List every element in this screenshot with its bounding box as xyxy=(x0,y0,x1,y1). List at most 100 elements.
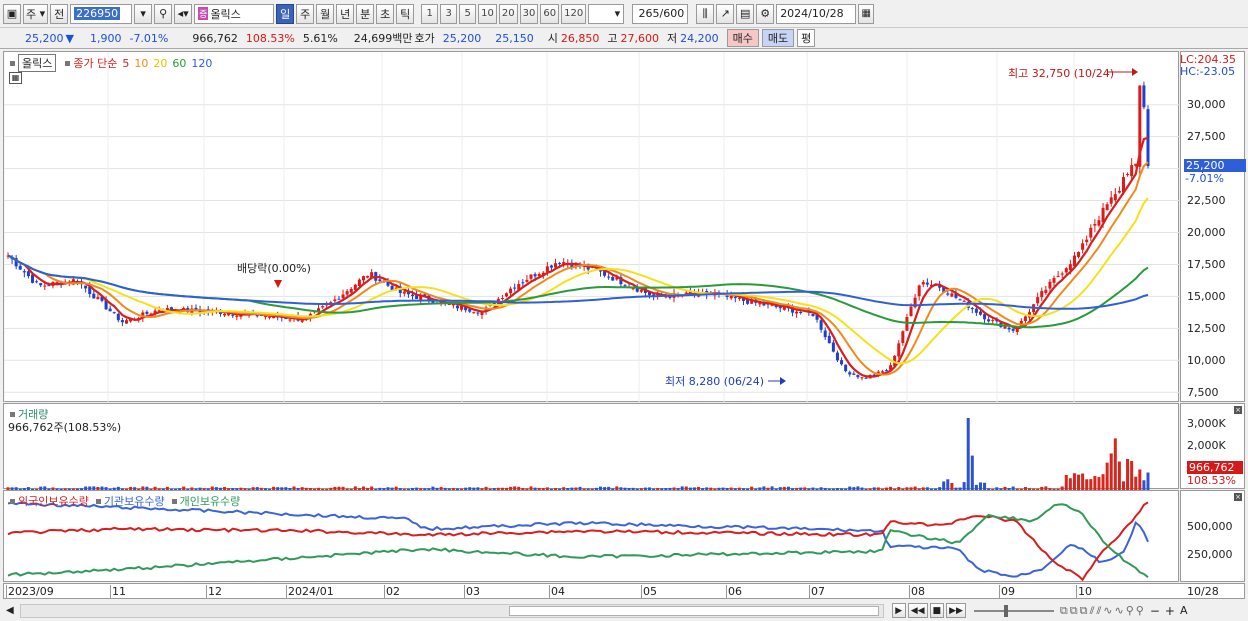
low-price: 24,200 xyxy=(680,31,719,45)
high-price: 27,600 xyxy=(620,31,660,45)
calendar-icon[interactable]: ▦ xyxy=(858,3,875,24)
candle-body xyxy=(268,316,272,318)
candle-body xyxy=(840,360,844,365)
sell-button[interactable]: 매도 xyxy=(761,29,795,47)
candle-body xyxy=(35,281,39,283)
last-bar-icon[interactable]: ▶▶ xyxy=(946,603,966,618)
candle-body xyxy=(639,290,643,292)
holding-panel[interactable]: 외국인보유수량 기관보유수량 개인보유수량 xyxy=(3,490,1179,582)
high-annotation: 최고 32,750 (10/24) xyxy=(1008,67,1115,80)
volume-bar xyxy=(1068,478,1072,490)
current-change-tag: -7.01% xyxy=(1185,172,1224,185)
font-size-icon[interactable]: A xyxy=(1180,604,1188,617)
scroll-left-icon[interactable]: ◀ xyxy=(6,605,14,616)
zoom-in-icon[interactable]: + xyxy=(1165,604,1175,618)
date-label: 08 xyxy=(909,585,925,598)
speaker-icon[interactable]: ◂▾ xyxy=(174,3,193,24)
interval-3[interactable]: 3 xyxy=(440,3,458,24)
dividend-arrow-icon xyxy=(274,280,282,288)
interval-60[interactable]: 60 xyxy=(540,3,560,24)
volume-bar xyxy=(1138,469,1142,490)
stock-name-field[interactable]: 증 올릭스 xyxy=(194,3,275,24)
down-arrow-icon: ▼ xyxy=(65,31,74,45)
interval-30[interactable]: 30 xyxy=(519,3,539,24)
candle-body xyxy=(1003,326,1007,329)
legend-marker-icon xyxy=(171,498,177,504)
code-dropdown-icon[interactable]: ▾ xyxy=(134,3,153,24)
volume-bar xyxy=(1105,462,1109,490)
candle-body xyxy=(611,277,615,281)
bar-count-input[interactable]: 265/600 xyxy=(632,3,689,24)
interval-5[interactable]: 5 xyxy=(459,3,477,24)
candle-body xyxy=(1117,190,1121,193)
interval-10[interactable]: 10 xyxy=(478,3,497,24)
buy-button[interactable]: 매수 xyxy=(726,29,759,47)
candle-body xyxy=(235,315,239,317)
tab-tick[interactable]: 틱 xyxy=(396,3,415,24)
zoom-slider-handle[interactable] xyxy=(1003,604,1008,617)
drawing-tool-icon[interactable]: ↗ xyxy=(716,3,735,24)
scroll-track[interactable] xyxy=(19,603,884,618)
candle-body xyxy=(1064,268,1068,273)
eval-button[interactable]: 평 xyxy=(797,29,816,47)
tab-year[interactable]: 년 xyxy=(336,3,355,24)
candle-body xyxy=(799,311,803,313)
tool-icons[interactable]: ⧉⧉⧉⫽⫽∿∿⚲⚲ xyxy=(1060,604,1146,618)
first-bar-icon[interactable]: ◀◀ xyxy=(907,603,928,618)
settings-icon[interactable]: ⚙ xyxy=(756,3,775,24)
tab-second[interactable]: 초 xyxy=(376,3,395,24)
tab-month[interactable]: 월 xyxy=(316,3,335,24)
interval-20[interactable]: 20 xyxy=(498,3,518,24)
candle-body xyxy=(1048,281,1052,289)
candle-body xyxy=(852,373,856,375)
candle-body xyxy=(978,311,982,315)
candle-body xyxy=(856,374,860,378)
tab-week[interactable]: 주 xyxy=(296,3,315,24)
price-chart-panel[interactable]: 올릭스 종가 단순 5 10 20 60 120 ▦ 배당락(0.00%) 최고… xyxy=(3,51,1180,403)
interval-custom-select[interactable]: ▾ xyxy=(588,3,625,24)
market-mode-button[interactable]: 전 xyxy=(50,3,69,24)
candle-body xyxy=(533,274,537,277)
legend-ma-20: 20 xyxy=(153,56,168,70)
close-icon[interactable]: × xyxy=(1234,493,1242,501)
close-icon[interactable]: × xyxy=(1234,406,1242,414)
vol-tick-3000k: 3,000K xyxy=(1187,417,1226,430)
volume-bar xyxy=(1121,481,1125,490)
tab-day[interactable]: 일 xyxy=(276,3,295,24)
period-type-select[interactable]: 주 ▾ xyxy=(23,3,49,24)
volume-bar xyxy=(962,482,966,490)
candle-body xyxy=(1130,165,1134,177)
volume-bar xyxy=(978,482,982,490)
volume-bar xyxy=(942,481,946,490)
volume-panel[interactable]: 거래량 966,762주(108.53%) xyxy=(3,403,1179,490)
scroll-thumb[interactable] xyxy=(508,605,879,616)
high-arrow-icon xyxy=(1132,68,1138,76)
interval-1[interactable]: 1 xyxy=(421,3,439,24)
candle-body xyxy=(1097,220,1101,226)
candle-body xyxy=(1056,275,1060,277)
zoom-out-icon[interactable]: − xyxy=(1150,604,1160,618)
zoom-slider[interactable] xyxy=(973,604,1054,617)
search-icon[interactable]: ⚲ xyxy=(154,3,173,24)
candle-icon[interactable]: ⫼ xyxy=(696,3,715,24)
tab-minute[interactable]: 분 xyxy=(356,3,375,24)
candle-body xyxy=(1007,327,1011,330)
interval-120[interactable]: 120 xyxy=(561,3,587,24)
candle-body xyxy=(1126,173,1130,175)
candle-body xyxy=(987,319,991,322)
candle-body xyxy=(112,312,116,314)
volume-bar xyxy=(1081,473,1085,490)
low-label: 저 xyxy=(667,32,678,45)
scroll-right-icon[interactable]: ▶ xyxy=(891,603,906,618)
candle-body xyxy=(737,297,741,299)
save-icon[interactable]: ▤ xyxy=(736,3,755,24)
stop-icon[interactable]: ■ xyxy=(929,603,945,618)
date-label: 06 xyxy=(726,585,742,598)
volume-bar xyxy=(1097,477,1101,490)
candle-body xyxy=(864,377,868,379)
layout-icon[interactable]: ▣ xyxy=(3,3,21,24)
stock-code-input[interactable]: 226950 xyxy=(70,3,133,24)
date-input[interactable]: 2024/10/28 xyxy=(776,3,857,24)
volume: 966,762 xyxy=(192,31,238,45)
data-table-icon[interactable]: ▦ xyxy=(9,72,22,84)
